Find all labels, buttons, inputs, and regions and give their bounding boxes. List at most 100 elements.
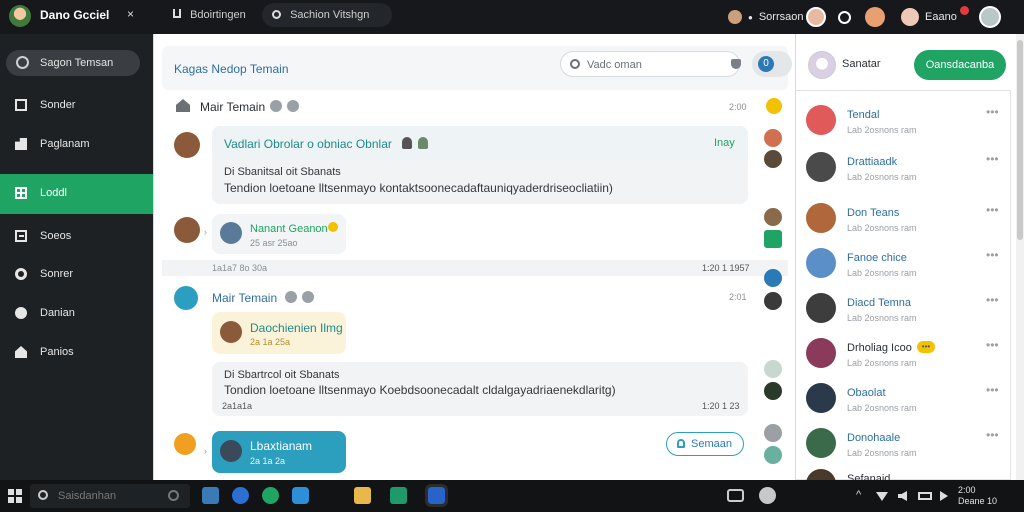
panel-avatar [808,51,836,79]
chat-app-icon[interactable] [262,487,279,504]
taskbar-search-placeholder: Saisdanhan [58,490,117,502]
file-card[interactable]: Daochienien Ilmg 2a 1a 25a [212,312,346,354]
active-app-icon[interactable] [425,484,448,507]
sidebar-item-2[interactable]: Paglanam [0,125,153,165]
notification-badge [960,6,969,15]
top-search[interactable]: Sachion Vitshgn [262,3,392,27]
add-icon[interactable] [302,291,314,303]
edit-icon[interactable] [270,100,282,112]
more-options-icon[interactable]: ••• [986,383,999,397]
reply-caret: › [204,227,207,237]
scrollbar-thumb[interactable] [1017,40,1023,240]
account-icon[interactable] [759,487,776,504]
contact-name: Tendal [847,109,880,121]
participant-avatar[interactable] [764,230,782,248]
ring-icon[interactable] [838,10,851,24]
contact-item[interactable]: Drholiag Icoo ••• Lab 2osnons ram ••• [796,330,1011,375]
top-right-user[interactable]: ● Sorrsaon [728,0,803,34]
store-icon[interactable] [292,487,309,504]
more-options-icon[interactable]: ••• [986,152,999,166]
participant-avatar[interactable] [764,424,782,442]
mic-icon[interactable] [731,59,741,69]
contact-avatar-icon[interactable] [901,8,919,26]
more-options-icon[interactable]: ••• [986,203,999,217]
people-icon [402,137,412,149]
people-icon [418,137,428,149]
top-avatars: Eaano [806,0,1001,34]
contact-avatar [806,293,836,323]
action-button[interactable]: Semaan [666,432,744,456]
contact-item[interactable]: Fanoe chice Lab 2osnons ram ••• [796,240,1011,285]
panel-primary-button[interactable]: Oansdacanba [914,50,1006,80]
contact-name: Diacd Temna [847,297,911,309]
sidebar-item-1[interactable]: Sonder [0,86,153,126]
participant-avatar[interactable] [764,292,782,310]
participant-avatar[interactable] [764,360,782,378]
sidebar-item-6[interactable]: Danian [0,294,153,334]
contact-item[interactable]: Donohaale Lab 2osnons ram ••• [796,420,1011,465]
contact-item[interactable]: Sefanaid [796,461,1011,481]
message-search-input[interactable]: Vadc oman [560,51,741,77]
contact-avatar-icon[interactable] [865,7,885,27]
sidebar-item-5[interactable]: Sonrer [0,255,153,295]
tray-chevron-icon[interactable]: ^ [856,489,861,501]
sheet-app-icon[interactable] [390,487,407,504]
profile-avatar[interactable] [978,6,1001,28]
edge-icon[interactable] [232,487,249,504]
mic-icon[interactable] [168,490,179,501]
attachment-sub: 2a 1a 2a [250,456,286,466]
attachment-card[interactable]: Lbaxtianam 2a 1a 2a [212,431,346,473]
contact-avatar [806,383,836,413]
close-button[interactable]: × [127,7,134,21]
contact-item[interactable]: Drattiaadk Lab 2osnons ram ••• [796,144,1011,189]
message-line: Di Sbanitsal oit Sbanats [224,166,341,178]
contact-avatar [806,338,836,368]
grid-icon [15,187,27,199]
folder-icon[interactable] [354,487,371,504]
emoji-icon[interactable] [766,98,782,114]
sidebar-item-7[interactable]: Panios [0,333,153,373]
more-options-icon[interactable]: ••• [986,293,999,307]
windows-start-icon[interactable] [8,489,22,503]
quote-tag: Inay [714,137,735,149]
contact-item[interactable]: Don Teans Lab 2osnons ram ••• [796,195,1011,240]
participant-avatar[interactable] [764,208,782,226]
sidebar-item-3[interactable]: Loddl [0,174,153,214]
chat-icon [174,286,198,310]
contact-avatar [806,248,836,278]
network-icon[interactable] [876,492,888,501]
reply-bubble[interactable]: Nanant Geanon 25 asr 25ao [212,214,346,254]
edit-icon[interactable] [285,291,297,303]
more-options-icon[interactable]: ••• [986,428,999,442]
contact-item[interactable]: Tendal Lab 2osnons ram ••• [796,97,1011,142]
contact-name: Drattiaadk [847,156,898,168]
sidebar-search[interactable]: Sagon Temsan [6,50,140,76]
top-tab[interactable]: Bdoirtingen [165,4,255,26]
participant-avatar[interactable] [764,446,782,464]
contact-name: Fanoe chice [847,252,907,264]
participant-avatar[interactable] [764,150,782,168]
contact-name: Obaolat [847,387,886,399]
participant-avatar[interactable] [764,382,782,400]
sidebar-item-4[interactable]: Soeos [0,217,153,257]
participant-avatar[interactable] [764,129,782,147]
thread-header-1: Mair Temain 2:00 [154,96,796,116]
panel-header-label: Sanatar [842,58,881,70]
taskview-icon[interactable] [202,487,219,504]
more-options-icon[interactable]: ••• [986,338,999,352]
taskbar-search[interactable]: Saisdanhan [30,484,190,508]
more-options-icon[interactable]: ••• [986,105,999,119]
battery-icon[interactable] [918,492,932,500]
contact-item[interactable]: Diacd Temna Lab 2osnons ram ••• [796,285,1011,330]
contact-item[interactable]: Obaolat Lab 2osnons ram ••• [796,375,1011,420]
bluetooth-icon[interactable] [940,491,948,501]
volume-icon[interactable] [898,491,907,501]
more-options-icon[interactable]: ••• [986,248,999,262]
header-toggle-button[interactable]: 0 [752,51,792,77]
taskbar-clock[interactable]: 2:00 Deane 10 [958,485,997,507]
participant-avatar[interactable] [764,269,782,287]
more-icon[interactable] [287,100,299,112]
keyboard-icon[interactable] [727,489,744,502]
user-avatar [728,10,742,24]
contact-avatar-icon[interactable] [806,7,826,27]
